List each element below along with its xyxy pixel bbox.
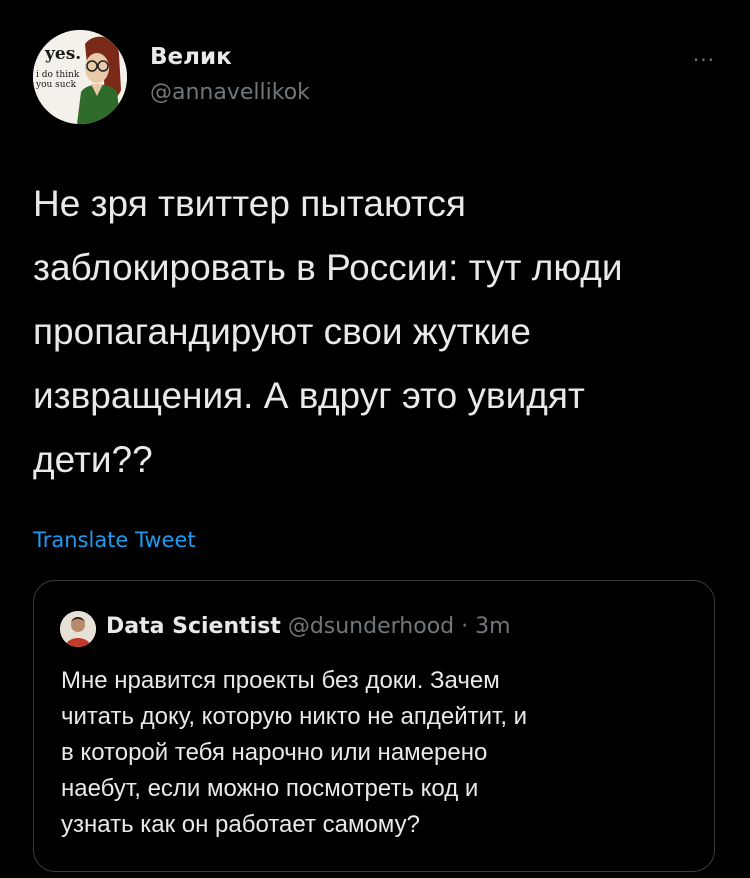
more-options-icon[interactable]: ··· <box>693 48 715 72</box>
quoted-line: Мне нравится проекты без доки. Зачем <box>61 667 500 694</box>
tweet-line: заблокировать в России: тут люди <box>33 247 623 288</box>
tweet-header: yes. i do think you suck Велик @annavell… <box>33 22 723 132</box>
avatar-caption-bottom: i do think you suck <box>36 70 80 90</box>
tweet-line: Не зря твиттер пытаются <box>33 183 466 224</box>
quoted-tweet-card[interactable]: Data Scientist @dsunderhood · 3m Мне нра… <box>33 580 715 872</box>
meta-separator: · <box>454 614 476 639</box>
quoted-author-avatar[interactable] <box>60 611 96 647</box>
quoted-line: узнать как он работает самому? <box>61 811 420 838</box>
tweet-text: Не зря твиттер пытаются заблокировать в … <box>33 172 723 492</box>
translate-tweet-link[interactable]: Translate Tweet <box>33 528 196 552</box>
tweet-line: извращения. А вдруг это увидят <box>33 375 585 416</box>
avatar-caption-top: yes. <box>45 44 82 64</box>
tweet-line: дети?? <box>33 439 153 480</box>
quoted-line: в которой тебя нарочно или намерено <box>61 739 488 766</box>
quoted-avatar-illustration <box>60 611 96 647</box>
quoted-author-handle[interactable]: @dsunderhood <box>288 614 454 639</box>
tweet-line: пропагандируют свои жуткие <box>33 311 531 352</box>
author-avatar[interactable]: yes. i do think you suck <box>33 30 127 124</box>
quoted-line: наебут, если можно посмотреть код и <box>61 775 479 802</box>
quoted-line: читать доку, которую никто не апдейтит, … <box>61 703 528 730</box>
author-handle[interactable]: @annavellikok <box>150 80 310 105</box>
quoted-tweet-meta: Data Scientist @dsunderhood · 3m <box>106 614 511 639</box>
quoted-timestamp[interactable]: 3m <box>475 614 510 639</box>
quoted-tweet-text: Мне нравится проекты без доки. Зачем чит… <box>61 663 701 843</box>
author-name[interactable]: Велик <box>150 44 232 70</box>
quoted-author-name[interactable]: Data Scientist <box>106 614 281 639</box>
